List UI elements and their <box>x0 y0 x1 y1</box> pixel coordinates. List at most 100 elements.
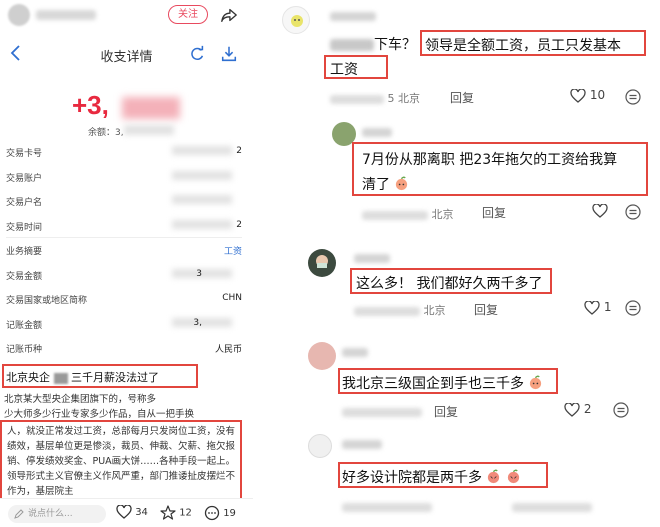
detail-label: 记账币种 <box>6 345 43 355</box>
comment-text-part: 我北京三级国企到手也三千多 <box>342 376 524 392</box>
detail-row: 交易账户 <box>6 165 242 190</box>
star-count[interactable]: 12 <box>160 505 192 520</box>
comment-text-part: 清了 <box>362 177 390 193</box>
author-avatar[interactable] <box>8 4 30 26</box>
avatar[interactable] <box>308 249 336 277</box>
avatar-image <box>316 255 328 268</box>
comment-count-value: 19 <box>223 508 236 519</box>
article-title-suffix: 三千月薪没法过了 <box>71 371 159 384</box>
detail-row: 交易卡号 2 <box>6 140 242 165</box>
mosaic <box>330 94 384 104</box>
like-button[interactable]: 1 <box>584 299 612 315</box>
comment-meta <box>512 500 592 513</box>
avatar[interactable] <box>282 6 310 34</box>
commenter-name <box>354 254 390 263</box>
detail-value: 2 <box>236 219 242 230</box>
comment-text-line: 7月份从那离职 把23年拖欠的工资给我算 <box>362 152 618 168</box>
detail-row: 交易时间 2 <box>6 214 242 238</box>
detail-label: 交易时间 <box>6 222 43 233</box>
mosaic <box>354 306 420 316</box>
comment-text: 好多设计院都是两千多 <box>342 467 521 487</box>
avatar[interactable] <box>308 342 336 370</box>
star-icon <box>160 505 176 520</box>
detail-row: 交易国家或地区简称 CHN <box>6 287 242 312</box>
detail-row: 交易金额 3 <box>6 263 242 288</box>
like-count: 2 <box>583 402 592 416</box>
comment-meta-text: 5 北京 <box>387 92 421 105</box>
detail-mosaic <box>172 219 232 229</box>
like-button[interactable] <box>592 202 608 218</box>
more-options-icon[interactable] <box>612 401 630 419</box>
refresh-icon[interactable] <box>188 45 206 63</box>
post-top-bar: 关注 <box>0 0 253 30</box>
author-name <box>36 10 96 20</box>
balance-text: 余额：3, <box>88 128 124 138</box>
detail-label: 交易账户 <box>6 173 43 184</box>
comment-meta: 北京 <box>354 302 446 318</box>
reply-button[interactable]: 回复 <box>482 204 506 221</box>
detail-label: 交易户名 <box>6 198 43 208</box>
detail-label: 交易卡号 <box>6 149 43 159</box>
like-button[interactable]: 10 <box>570 87 606 103</box>
reply-button[interactable]: 回复 <box>450 89 474 106</box>
detail-value: 人民币 <box>214 345 242 355</box>
comment-text-line: 领导是全额工资，员工只发基本 <box>425 38 621 54</box>
share-icon[interactable] <box>220 6 238 24</box>
like-button[interactable]: 2 <box>564 401 592 417</box>
heart-icon <box>584 299 600 315</box>
like-count-value: 34 <box>135 507 148 518</box>
mosaic <box>362 210 428 220</box>
comment-icon <box>204 505 220 521</box>
detail-row: 记账金额 3, <box>6 312 242 337</box>
left-screenshot: 关注 收支详情 +3, 余额：3, 交易卡号 2 交易账户 交易户名 交易时间 2 … <box>0 0 253 527</box>
like-count: 10 <box>589 88 606 102</box>
comment-meta: 5 北京 <box>330 90 420 106</box>
comment-text-line: 工资 <box>330 62 358 78</box>
comment-meta <box>342 405 422 418</box>
mosaic <box>330 39 374 51</box>
detail-row: 记账币种 人民币 <box>6 336 242 361</box>
heart-icon <box>570 87 586 103</box>
detail-mosaic <box>172 195 232 204</box>
more-options-icon[interactable] <box>624 299 642 317</box>
comments-screenshot: 下车？ 领导是全额工资，员工只发基本 工资 5 北京 回复 10 7月份从那离职… <box>272 0 660 527</box>
avatar[interactable] <box>308 434 332 458</box>
download-icon[interactable] <box>220 45 238 63</box>
detail-mosaic <box>172 317 232 327</box>
peach-emoji-icon <box>530 375 542 390</box>
detail-value: 3 <box>196 268 202 279</box>
like-count: 1 <box>603 300 612 314</box>
reply-button[interactable]: 回复 <box>474 301 498 318</box>
page-title: 收支详情 <box>100 50 153 65</box>
detail-value: 3, <box>193 317 202 328</box>
more-options-icon[interactable] <box>624 88 642 106</box>
pencil-icon <box>14 509 24 519</box>
peach-emoji-icon <box>507 469 520 484</box>
article-text: 北京某大型央企 <box>4 394 71 405</box>
more-options-icon[interactable] <box>624 203 642 221</box>
balance-mosaic <box>124 125 174 135</box>
comment-text-line: 清了 <box>362 174 409 194</box>
comment-text: 这么多！ 我们都好久两千多了 <box>356 276 543 292</box>
comment-count[interactable]: 19 <box>204 505 236 521</box>
amount-mosaic <box>122 97 180 119</box>
heart-icon <box>592 202 608 218</box>
article-text: 集团旗下的 <box>70 394 119 405</box>
comment-text-part: 下车？ <box>374 37 416 53</box>
detail-label: 记账金额 <box>6 320 43 331</box>
follow-button[interactable]: 关注 <box>168 5 208 24</box>
article-title: 北京央企 三千月薪没法过了 <box>6 369 159 385</box>
like-count[interactable]: 34 <box>116 504 148 519</box>
peach-emoji-icon <box>488 469 500 484</box>
avatar-image <box>291 15 303 27</box>
commenter-name <box>362 128 392 137</box>
mosaic <box>53 372 68 384</box>
transaction-amount: +3, <box>72 90 109 120</box>
reply-button[interactable]: 回复 <box>434 403 458 420</box>
detail-value[interactable]: 工资 <box>224 244 242 257</box>
detail-list: 交易卡号 2 交易账户 交易户名 交易时间 2 业务摘要 工资 交易金额 3 交易国家或… <box>6 140 242 361</box>
commenter-name <box>342 348 368 357</box>
mosaic <box>512 502 592 512</box>
article-line: 北京某大型央企集团旗下的，号称多 <box>4 392 246 407</box>
bank-header: 收支详情 <box>0 40 253 70</box>
